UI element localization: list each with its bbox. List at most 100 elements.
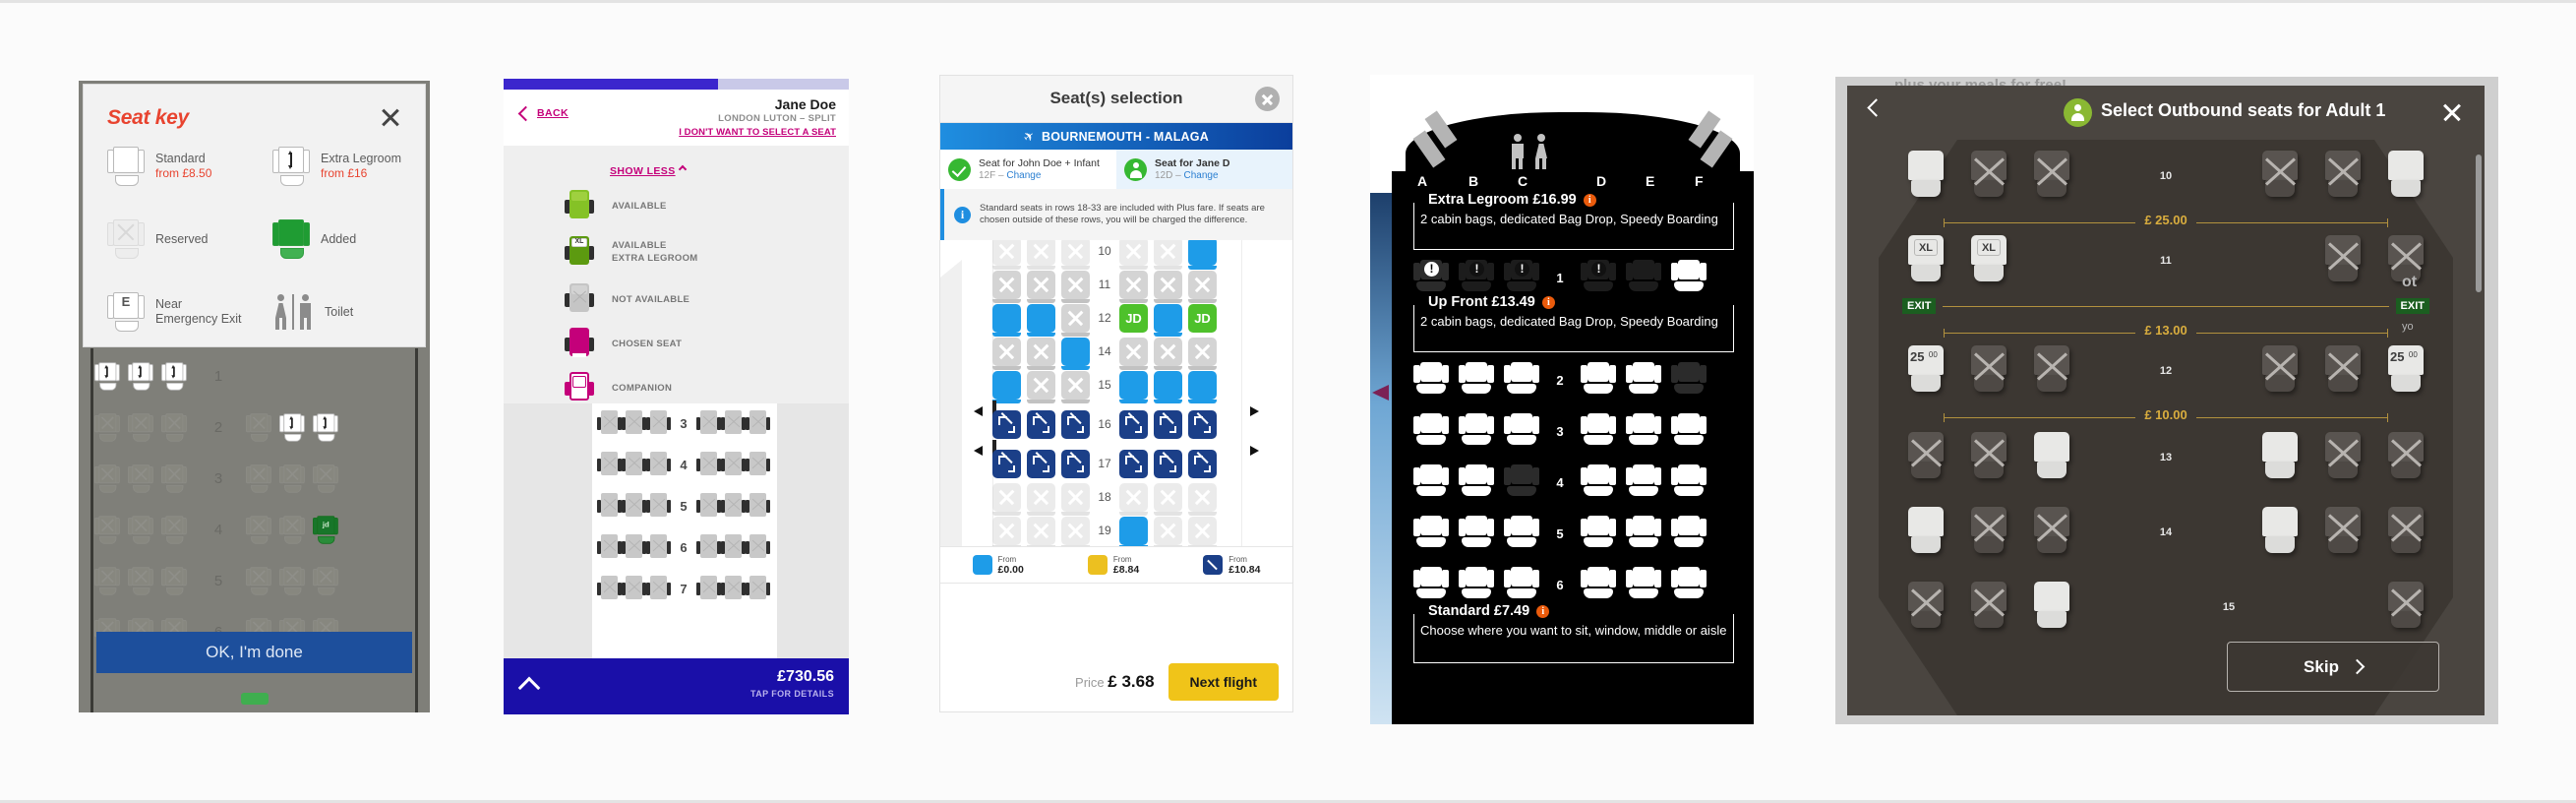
- scrollbar[interactable]: [2476, 154, 2482, 292]
- seat-6b[interactable]: [1459, 567, 1494, 602]
- row-right-seats[interactable]: [696, 493, 770, 519]
- seat-1a[interactable]: !: [1413, 260, 1449, 295]
- skip-button[interactable]: Skip: [2227, 642, 2439, 692]
- seat-17c-xl[interactable]: [1061, 449, 1090, 478]
- table-row[interactable]: 15: [1904, 577, 2427, 638]
- row-left-seats[interactable]: [1904, 582, 2073, 633]
- seat-2f[interactable]: [313, 412, 338, 442]
- table-row[interactable]: 4: [1413, 459, 1748, 506]
- done-button[interactable]: OK, I'm done: [96, 632, 412, 673]
- show-less-toggle[interactable]: SHOW LESS: [610, 164, 687, 177]
- row-right-seats[interactable]: [1119, 516, 1217, 546]
- row-left-seats[interactable]: [992, 240, 1090, 270]
- row-left-seats[interactable]: [1413, 567, 1539, 602]
- table-row[interactable]: 17: [992, 447, 1242, 480]
- row-left-seats[interactable]: 25 00: [1904, 345, 2073, 397]
- row-left-seats[interactable]: [992, 303, 1090, 337]
- row-left-seats[interactable]: [597, 576, 671, 601]
- seat-2c[interactable]: [1504, 362, 1539, 398]
- row-left-seats[interactable]: ! ! !: [1413, 260, 1539, 295]
- seat-map[interactable]: 3 4 5 6 7: [504, 403, 849, 658]
- seat-6d[interactable]: [1581, 567, 1616, 602]
- seat-4b[interactable]: [1459, 464, 1494, 500]
- row-left-seats[interactable]: [94, 411, 191, 444]
- seat-5c[interactable]: [1504, 516, 1539, 551]
- table-row[interactable]: 2: [94, 405, 414, 449]
- seat-5e[interactable]: [1626, 516, 1661, 551]
- row-right-seats[interactable]: [2258, 151, 2427, 202]
- row-left-seats[interactable]: [1413, 413, 1539, 449]
- next-flight-button[interactable]: Next flight: [1168, 663, 1279, 701]
- seat-16f-xl[interactable]: [1188, 409, 1217, 439]
- row-right-seats[interactable]: JD JD: [1119, 303, 1217, 337]
- back-button[interactable]: BACK: [517, 105, 569, 121]
- row-right-seats[interactable]: [246, 411, 342, 444]
- table-row[interactable]: 5: [597, 489, 774, 523]
- seat-13d[interactable]: [2258, 432, 2302, 483]
- table-row[interactable]: 16: [992, 407, 1242, 441]
- row-left-seats[interactable]: [1904, 507, 2073, 558]
- table-row[interactable]: 4 jd: [94, 508, 414, 551]
- row-left-seats[interactable]: [94, 360, 191, 393]
- seat-15f[interactable]: [1188, 370, 1217, 403]
- row-right-seats[interactable]: [2258, 432, 2427, 483]
- seat-19d[interactable]: [1119, 516, 1148, 546]
- seat-6f[interactable]: [1671, 567, 1707, 602]
- table-row[interactable]: 4: [597, 448, 774, 481]
- price-footer[interactable]: £730.56 TAP FOR DETAILS: [504, 658, 849, 714]
- row-left-seats[interactable]: [1904, 432, 2073, 483]
- seat-12e[interactable]: [1154, 303, 1182, 337]
- skip-seat-link[interactable]: I DON'T WANT TO SELECT A SEAT: [679, 127, 836, 138]
- seat-5d[interactable]: [1581, 516, 1616, 551]
- seat-16a-xl[interactable]: [992, 409, 1021, 439]
- chevron-up-icon[interactable]: [517, 676, 541, 700]
- info-icon[interactable]: i: [1583, 194, 1596, 207]
- seat-16b-xl[interactable]: [1027, 409, 1055, 439]
- seat-12f-selected[interactable]: JD: [1188, 303, 1217, 333]
- row-left-seats[interactable]: [597, 534, 671, 560]
- row-left-seats[interactable]: XL XL: [1904, 235, 2010, 286]
- seat-1b[interactable]: !: [1459, 260, 1494, 295]
- seat-3a[interactable]: [1413, 413, 1449, 449]
- table-row[interactable]: XL XL 11: [1904, 230, 2427, 291]
- seat-3e[interactable]: [1626, 413, 1661, 449]
- seat-12b[interactable]: [1027, 303, 1055, 337]
- table-row[interactable]: 10: [992, 240, 1242, 270]
- seat-4e[interactable]: [1626, 464, 1661, 500]
- seat-17b-xl[interactable]: [1027, 449, 1055, 478]
- passenger-tab-john-doe[interactable]: Seat for John Doe + Infant 12F – Change: [940, 150, 1116, 189]
- seat-10f[interactable]: [2384, 151, 2427, 202]
- info-icon[interactable]: i: [1536, 605, 1550, 618]
- row-left-seats[interactable]: [1413, 362, 1539, 398]
- seat-4f[interactable]: [1671, 464, 1707, 500]
- row-right-seats[interactable]: [1119, 240, 1217, 270]
- row-right-seats[interactable]: [1119, 370, 1217, 403]
- info-icon[interactable]: i: [1541, 296, 1555, 309]
- row-right-seats[interactable]: [1581, 362, 1707, 398]
- seat-17a-xl[interactable]: [992, 449, 1021, 478]
- passenger-tabs[interactable]: Seat for John Doe + Infant 12F – Change …: [940, 150, 1292, 189]
- change-seat-link[interactable]: Change: [1183, 170, 1218, 181]
- seat-1e[interactable]: [1626, 260, 1661, 295]
- seat-11b-xl[interactable]: XL: [1967, 235, 2010, 286]
- close-icon[interactable]: [1255, 87, 1280, 111]
- row-right-seats[interactable]: [1119, 449, 1217, 478]
- table-row[interactable]: 15: [992, 368, 1242, 403]
- close-icon[interactable]: [2441, 101, 2463, 123]
- seat-5f[interactable]: [1671, 516, 1707, 551]
- seat-2e[interactable]: [1626, 362, 1661, 398]
- row-right-seats[interactable]: [2258, 507, 2427, 558]
- seat-2e[interactable]: [279, 412, 305, 442]
- table-row[interactable]: 6: [597, 530, 774, 564]
- table-row[interactable]: 3: [597, 406, 774, 440]
- row-right-seats[interactable]: !: [1581, 260, 1707, 295]
- row-right-seats[interactable]: [696, 534, 770, 560]
- row-right-seats[interactable]: [1581, 413, 1707, 449]
- seat-15e[interactable]: [1154, 370, 1182, 403]
- close-icon[interactable]: [378, 104, 403, 130]
- table-row[interactable]: 14: [992, 335, 1242, 370]
- seat-map[interactable]: 1 2 3 4 jd 5 OK, I'm done: [83, 348, 426, 712]
- seat-2d[interactable]: [1581, 362, 1616, 398]
- seat-15d[interactable]: [1119, 370, 1148, 403]
- row-left-seats[interactable]: [992, 370, 1090, 403]
